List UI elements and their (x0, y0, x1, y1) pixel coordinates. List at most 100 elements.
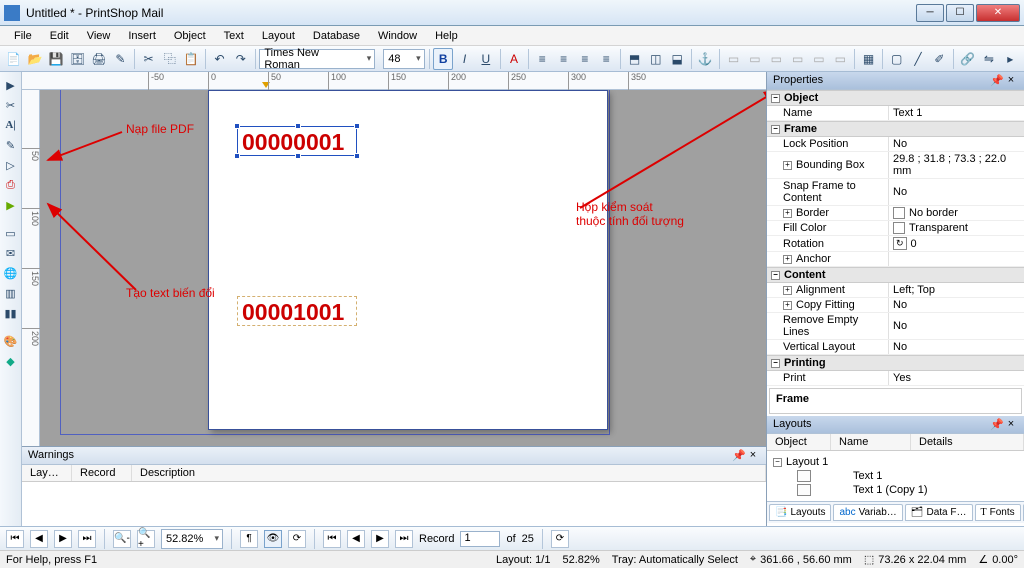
menu-insert[interactable]: Insert (120, 28, 164, 44)
pen-tool-icon[interactable]: ✎ (2, 136, 20, 154)
font-color-icon[interactable]: A (504, 48, 523, 70)
menu-window[interactable]: Window (370, 28, 425, 44)
collapse-icon[interactable]: − (771, 271, 780, 280)
text-tool-icon[interactable]: A| (2, 116, 20, 134)
size-combo[interactable]: 48 (383, 49, 424, 69)
play2-tool-icon[interactable]: ▶ (2, 196, 20, 214)
db-icon[interactable]: 🗄 (68, 48, 87, 70)
lay-col-object[interactable]: Object (767, 434, 831, 450)
expand-icon[interactable]: + (783, 209, 792, 218)
barcode-tool-icon[interactable]: ▮▮ (2, 304, 20, 322)
zoom-in-icon[interactable]: 🔍+ (137, 530, 155, 548)
menu-object[interactable]: Object (166, 28, 214, 44)
expand-icon[interactable]: + (783, 301, 792, 310)
layout-prev-icon[interactable]: ◀ (30, 530, 48, 548)
italic-icon[interactable]: I (455, 48, 474, 70)
tab-variables[interactable]: abcVariab… (833, 504, 902, 521)
redo-icon[interactable]: ↷ (231, 48, 250, 70)
rect-tool-icon[interactable]: ▭ (2, 224, 20, 242)
break-icon[interactable]: ⇋ (979, 48, 998, 70)
pin-icon[interactable]: 📌 (732, 449, 746, 462)
new-icon[interactable]: 📄 (4, 48, 23, 70)
mail-tool-icon[interactable]: ✉ (2, 244, 20, 262)
pen-icon[interactable]: ✐ (930, 48, 949, 70)
underline-icon[interactable]: U (476, 48, 495, 70)
zoom-out-icon[interactable]: 🔍- (113, 530, 131, 548)
print-icon[interactable]: 🖨 (89, 48, 108, 70)
expand-icon[interactable]: + (783, 161, 792, 170)
palette-tool-icon[interactable]: 🎨 (2, 332, 20, 350)
eraser-icon[interactable]: ✎ (111, 48, 130, 70)
arrow-tool-icon[interactable]: ▶ (2, 76, 20, 94)
menu-layout[interactable]: Layout (254, 28, 303, 44)
dist5-icon[interactable]: ▭ (809, 48, 828, 70)
undo-icon[interactable]: ↶ (210, 48, 229, 70)
dist6-icon[interactable]: ▭ (831, 48, 850, 70)
rotation-icon[interactable]: ↻ (893, 237, 907, 250)
valign-top-icon[interactable]: ⬒ (625, 48, 644, 70)
copy-icon[interactable]: ⿻ (160, 48, 179, 70)
panel-close-icon[interactable]: × (1004, 418, 1018, 431)
pin-icon[interactable]: 📌 (990, 74, 1004, 87)
paste-icon[interactable]: 📋 (182, 48, 201, 70)
align-left-icon[interactable]: ≡ (533, 48, 552, 70)
layout-last-icon[interactable]: ⏭ (78, 530, 96, 548)
minimize-button[interactable]: ─ (916, 4, 944, 22)
maximize-button[interactable]: ☐ (946, 4, 974, 22)
menu-view[interactable]: View (79, 28, 119, 44)
pdf-tool-icon[interactable]: ⎙ (2, 176, 20, 194)
collapse-icon[interactable]: − (771, 125, 780, 134)
rec-prev-icon[interactable]: ◀ (347, 530, 365, 548)
collapse-icon[interactable]: − (771, 94, 780, 103)
menu-file[interactable]: File (6, 28, 40, 44)
fill-icon[interactable]: ▢ (887, 48, 906, 70)
tab-fonts[interactable]: TFonts (975, 504, 1021, 521)
group-icon[interactable]: ▦ (859, 48, 878, 70)
collapse-icon[interactable]: − (771, 359, 780, 368)
valign-mid-icon[interactable]: ◫ (646, 48, 665, 70)
tab-datafields[interactable]: 🗂Data F… (905, 504, 973, 521)
dist1-icon[interactable]: ▭ (724, 48, 743, 70)
rec-next-icon[interactable]: ▶ (371, 530, 389, 548)
align-justify-icon[interactable]: ≡ (597, 48, 616, 70)
record-input[interactable]: 1 (460, 531, 500, 547)
layout-first-icon[interactable]: ⏮ (6, 530, 24, 548)
rec-last-icon[interactable]: ⏭ (395, 530, 413, 548)
warn-col-record[interactable]: Record (72, 465, 132, 481)
more-icon[interactable]: ▸ (1001, 48, 1020, 70)
warn-col-layout[interactable]: Lay… (22, 465, 72, 481)
canvas[interactable]: 00000001 00001001 Nạp file PDF T (40, 90, 766, 446)
valign-bot-icon[interactable]: ⬓ (668, 48, 687, 70)
grid-tool-icon[interactable]: ▥ (2, 284, 20, 302)
dist2-icon[interactable]: ▭ (745, 48, 764, 70)
preview-icon[interactable]: 👁 (264, 530, 282, 548)
save-icon[interactable]: 💾 (47, 48, 66, 70)
textframe-2[interactable]: 00001001 (237, 296, 357, 326)
line-icon[interactable]: ╱ (908, 48, 927, 70)
menu-edit[interactable]: Edit (42, 28, 77, 44)
lay-col-details[interactable]: Details (911, 434, 1024, 450)
cut-icon[interactable]: ✂ (139, 48, 158, 70)
menu-text[interactable]: Text (216, 28, 252, 44)
link-icon[interactable]: 🔗 (958, 48, 977, 70)
collapse-icon[interactable]: − (773, 458, 782, 467)
align-right-icon[interactable]: ≡ (575, 48, 594, 70)
close-button[interactable]: ✕ (976, 4, 1020, 22)
zoom-combo[interactable]: 52.82% (161, 529, 223, 549)
pin-icon[interactable]: 📌 (990, 418, 1004, 431)
crop-tool-icon[interactable]: ✂ (2, 96, 20, 114)
tri-tool-icon[interactable]: ▷ (2, 156, 20, 174)
expand-icon[interactable]: + (783, 255, 792, 264)
rec-first-icon[interactable]: ⏮ (323, 530, 341, 548)
dist4-icon[interactable]: ▭ (788, 48, 807, 70)
lay-col-name[interactable]: Name (831, 434, 911, 450)
expand-icon[interactable]: + (783, 286, 792, 295)
open-icon[interactable]: 📂 (25, 48, 44, 70)
globe-tool-icon[interactable]: 🌐 (2, 264, 20, 282)
diamond-tool-icon[interactable]: ◆ (2, 352, 20, 370)
refresh-icon[interactable]: ⟳ (288, 530, 306, 548)
anchor-icon[interactable]: ⚓ (696, 48, 715, 70)
dist3-icon[interactable]: ▭ (767, 48, 786, 70)
layout-next-icon[interactable]: ▶ (54, 530, 72, 548)
menu-help[interactable]: Help (427, 28, 466, 44)
